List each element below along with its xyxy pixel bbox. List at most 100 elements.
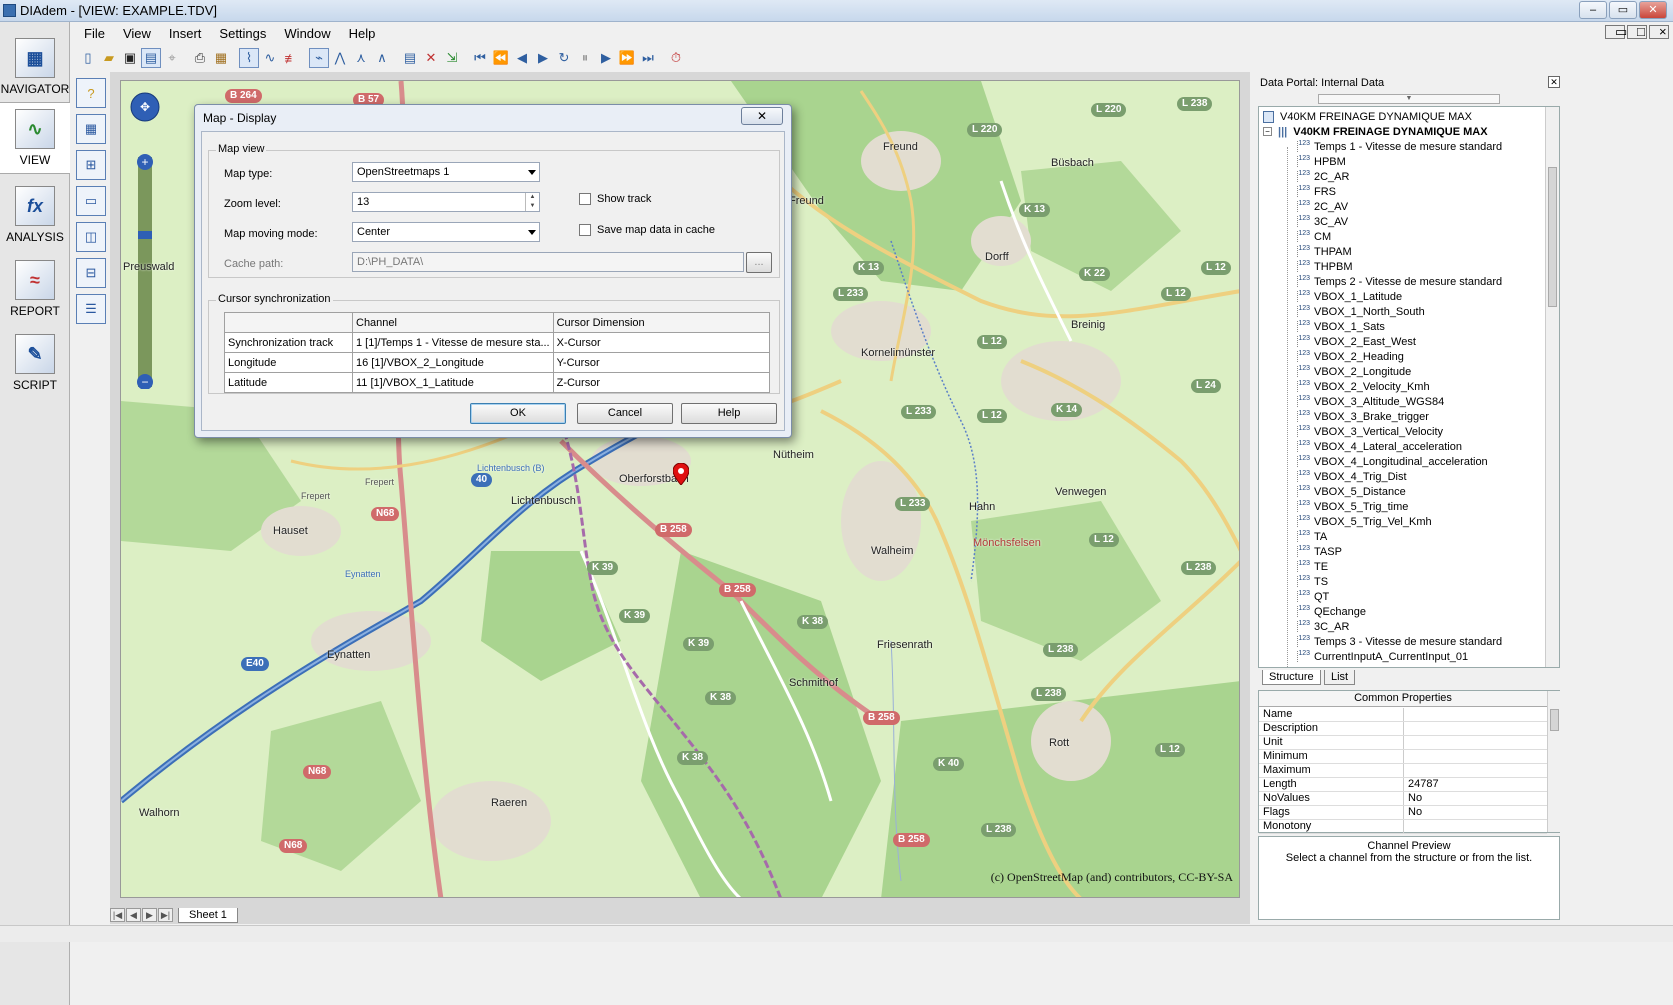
properties-scrollbar[interactable] [1547,691,1561,832]
help-layout-icon[interactable]: ? [76,78,106,108]
list-item[interactable]: 123 VBOX_4_Lateral_acceleration [1297,439,1462,454]
tree-scrollbar[interactable] [1545,107,1559,667]
cursor-icon[interactable]: ⌖ [162,48,182,68]
list-item[interactable]: 123 VBOX_2_Heading [1297,349,1404,364]
list-item[interactable]: 123 TS [1297,574,1328,589]
ok-button[interactable]: OK [470,403,566,424]
property-row[interactable]: Minimum [1259,750,1547,764]
table-cell[interactable]: 11 [1]/VBOX_1_Latitude [352,372,554,393]
menu-window[interactable]: Window [275,26,339,41]
layout-icon[interactable]: ▤ [141,48,161,68]
close-icon[interactable]: ✕ [1548,76,1560,88]
table-cell[interactable]: 1 [1]/Temps 1 - Vitesse de mesure sta... [352,332,554,353]
dialog-close-button[interactable]: ✕ [741,107,783,125]
property-row[interactable]: Length 24787 [1259,778,1547,792]
list-item[interactable]: 123 VBOX_4_Longitudinal_acceleration [1297,454,1488,469]
list-item[interactable]: 123 Temps 1 - Vitesse de mesure standard [1297,139,1502,154]
last-sheet-icon[interactable]: ▶| [158,908,173,922]
table-row[interactable]: Latitude 11 [1]/VBOX_1_Latitude Z-Cursor [224,372,771,393]
position-marker-icon[interactable] [673,463,689,485]
list-item[interactable]: 123 VBOX_2_Longitude [1297,364,1411,379]
four-area-icon[interactable]: ⊞ [76,150,106,180]
tree-group[interactable]: − ||| V40KM FREINAGE DYNAMIQUE MAX [1263,124,1488,139]
list-item[interactable]: 123 VBOX_5_Trig_Vel_Kmh [1297,514,1432,529]
zoom-x-icon[interactable]: ⌁ [309,48,329,68]
list-item[interactable]: 123 VBOX_3_Brake_trigger [1297,409,1429,424]
list-item[interactable]: 123 VBOX_1_Sats [1297,319,1385,334]
table-cell[interactable]: X-Cursor [552,332,771,353]
minimize-button[interactable]: – [1579,1,1607,19]
moving-mode-select[interactable]: Center [352,222,540,242]
table-icon[interactable]: ▤ [400,48,420,68]
collapse-icon[interactable]: ▼ [1318,94,1500,104]
save-cache-checkbox[interactable] [579,224,591,236]
property-row[interactable]: Flags No [1259,806,1547,820]
pause-icon[interactable]: ⏸ [575,48,595,68]
menu-view[interactable]: View [114,26,160,41]
table-row[interactable]: Longitude 16 [1]/VBOX_2_Longitude Y-Curs… [224,352,771,373]
property-row[interactable]: NoValues No [1259,792,1547,806]
export-icon[interactable]: ⇲ [442,48,462,68]
first-sheet-icon[interactable]: |◀ [110,908,125,922]
collapse-tree-icon[interactable]: − [1263,127,1272,136]
list-item[interactable]: 123 QT [1297,589,1329,604]
table-cell[interactable]: 16 [1]/VBOX_2_Longitude [352,352,554,373]
zoom-y-icon[interactable]: ⋀ [330,48,350,68]
split-vertical-icon[interactable]: ◫ [76,222,106,252]
table-cell[interactable]: Y-Cursor [552,352,771,373]
list-item[interactable]: 123 VBOX_3_Altitude_WGS84 [1297,394,1444,409]
table-row[interactable]: Synchronization track 1 [1]/Temps 1 - Vi… [224,332,771,353]
zoom-level-input[interactable]: 13 ▲ ▼ [352,192,540,212]
tab-structure[interactable]: Structure [1262,670,1321,685]
scroll-thumb[interactable] [1550,709,1559,731]
list-item[interactable]: 123 TA [1297,529,1327,544]
list-item[interactable]: 123 CM [1297,229,1331,244]
property-row[interactable]: Name [1259,708,1547,722]
nav-navigator[interactable]: ▦ NAVIGATOR [0,38,70,96]
new-icon[interactable]: ▯ [78,48,98,68]
list-item[interactable]: 123 FRS [1297,184,1336,199]
save-icon[interactable]: ▣ [120,48,140,68]
step-forward-icon[interactable]: ▶ [596,48,616,68]
property-row[interactable]: Monotony [1259,820,1547,834]
menu-file[interactable]: File [75,26,114,41]
list-area-icon[interactable]: ☰ [76,294,106,324]
sheet-tab[interactable]: Sheet 1 [178,907,238,923]
list-item[interactable]: 123 VBOX_5_Trig_time [1297,499,1408,514]
step-back-icon[interactable]: ◀ [512,48,532,68]
map-type-select[interactable]: OpenStreetmaps 1 [352,162,540,182]
list-item[interactable]: 123 2C_AV [1297,199,1348,214]
list-item[interactable]: 123 VBOX_1_Latitude [1297,289,1402,304]
list-item[interactable]: 123 HPBM [1297,154,1346,169]
menu-help[interactable]: Help [340,26,385,41]
menu-insert[interactable]: Insert [160,26,211,41]
list-item[interactable]: 123 VBOX_2_East_West [1297,334,1416,349]
list-item[interactable]: 123 QEchange [1297,604,1366,619]
list-item[interactable]: 123 TASP [1297,544,1342,559]
list-item[interactable]: 123 3C_AR [1297,619,1349,634]
next-sheet-icon[interactable]: ▶ [142,908,157,922]
loop-icon[interactable]: ↻ [554,48,574,68]
property-row[interactable]: Maximum [1259,764,1547,778]
help-button[interactable]: Help [681,403,777,424]
list-item[interactable]: 123 VBOX_1_North_South [1297,304,1425,319]
maximize-button[interactable]: ▭ [1609,1,1637,19]
show-track-checkbox[interactable] [579,193,591,205]
mdi-close-icon[interactable]: × [1649,25,1669,39]
list-item[interactable]: 123 THPAM [1297,244,1352,259]
zoom-xy-icon[interactable]: ⋏ [351,48,371,68]
cancel-button[interactable]: Cancel [577,403,673,424]
tab-list[interactable]: List [1324,670,1356,685]
fast-forward-icon[interactable]: ⏩ [617,48,637,68]
list-item[interactable]: 123 TE [1297,559,1328,574]
list-item[interactable]: 123 VBOX_4_Trig_Dist [1297,469,1407,484]
first-icon[interactable]: ⏮ [470,48,490,68]
band-cursor-icon[interactable]: ∿ [260,48,280,68]
nav-analysis[interactable]: fx ANALYSIS [0,186,70,244]
list-item[interactable]: 123 Temps 2 - Vitesse de mesure standard [1297,274,1502,289]
nav-report[interactable]: ≈ REPORT [0,260,70,318]
nav-view[interactable]: ∿ VIEW [0,102,70,174]
last-icon[interactable]: ⏭ [638,48,658,68]
fast-back-icon[interactable]: ⏪ [491,48,511,68]
calculator-icon[interactable]: ▦ [211,48,231,68]
